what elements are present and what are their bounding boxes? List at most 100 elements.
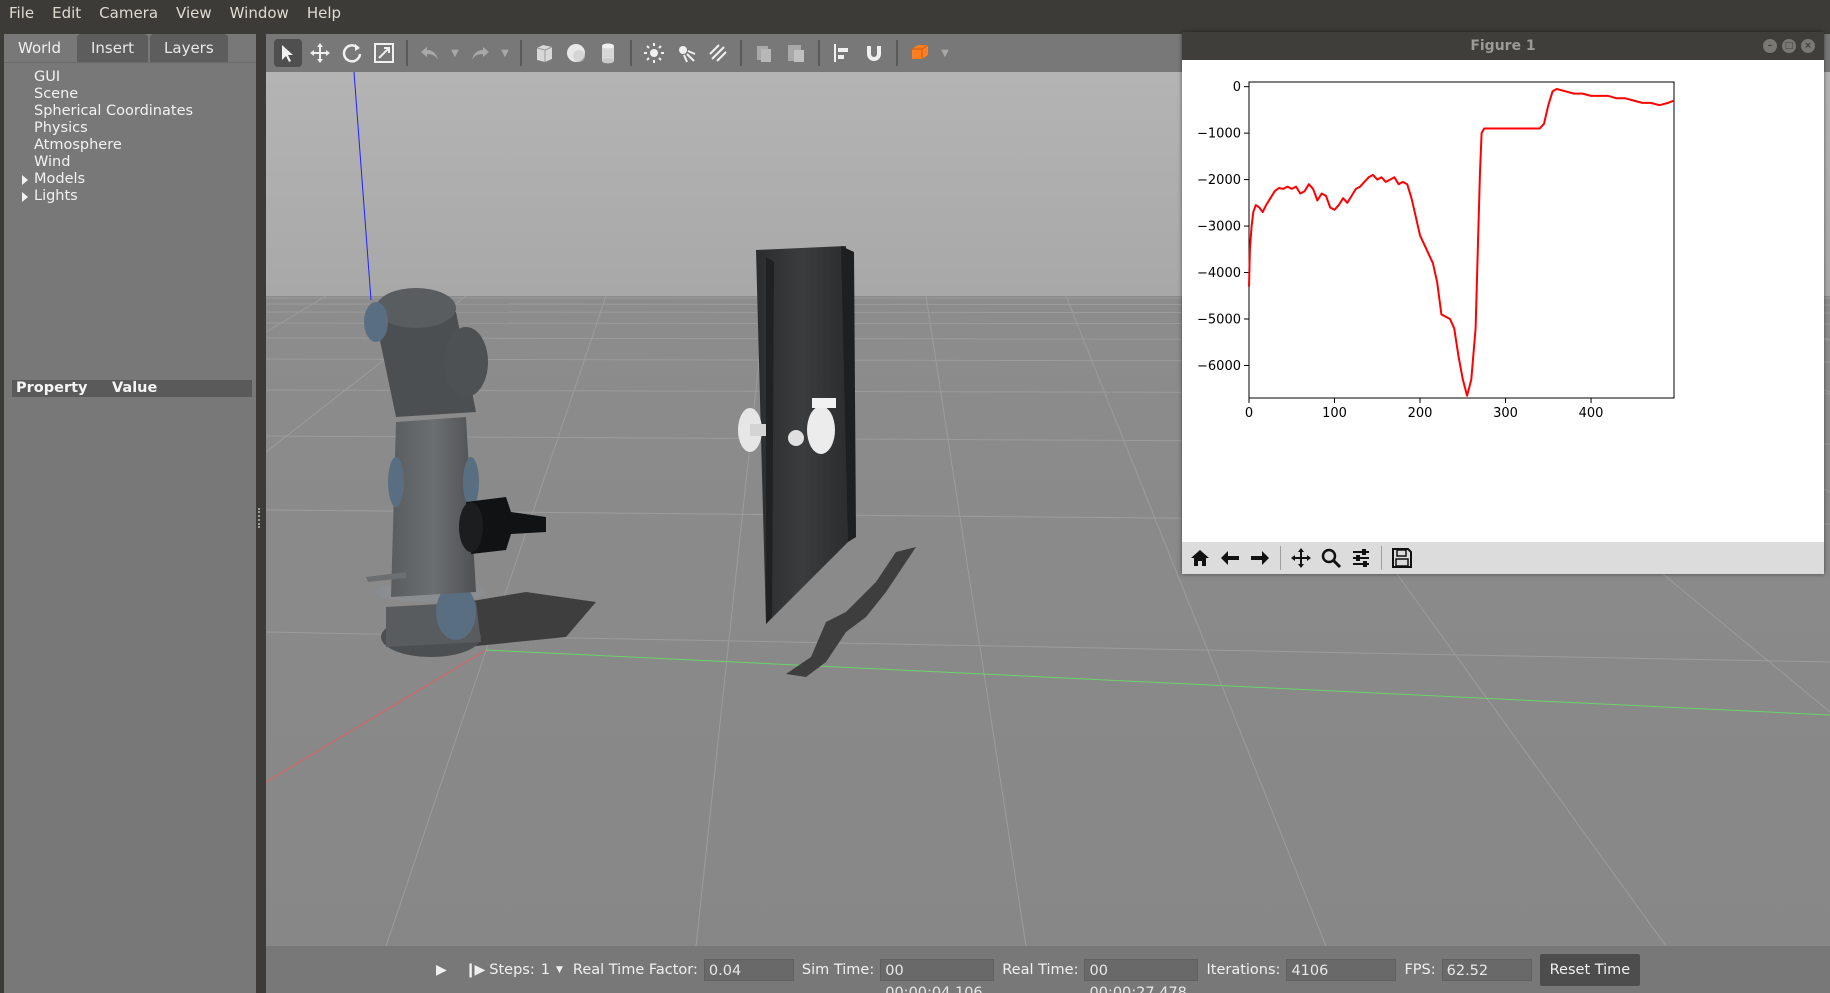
zoom-icon[interactable]	[1317, 544, 1345, 572]
chevron-down-icon[interactable]: ▼	[938, 48, 952, 59]
menu-camera[interactable]: Camera	[90, 0, 167, 26]
real-time-factor-field: 0.04	[703, 958, 794, 981]
y-tick-label: −6000	[1197, 359, 1241, 374]
status-bar: ▶ ❙▶ Steps: 1 ▼ Real Time Factor: 0.04 S…	[266, 946, 1830, 993]
menu-edit[interactable]: Edit	[43, 0, 90, 26]
tree-item-lights[interactable]: Lights	[4, 188, 256, 205]
x-tick-label: 200	[1408, 406, 1433, 421]
tree-item-wind[interactable]: Wind	[4, 154, 256, 171]
snap-icon[interactable]	[860, 39, 888, 67]
plot-canvas[interactable]: 0 100 200 300 400 0 −1000 −2000 −3000 −4000 −5000 −…	[1182, 60, 1824, 542]
toolbar-separator	[896, 40, 898, 66]
tab-insert[interactable]: Insert	[77, 34, 149, 62]
tree-item-label: Models	[34, 171, 86, 187]
figure-window: Figure 1 – □ × 0 100 200 300 400 0 −1000 −2000 −…	[1182, 32, 1824, 574]
door-knob-neck	[750, 424, 766, 436]
tree-item-spherical-coordinates[interactable]: Spherical Coordinates	[4, 103, 256, 120]
iterations-field: 4106	[1286, 958, 1397, 981]
maximize-icon[interactable]: □	[1782, 39, 1796, 53]
toolbar-separator	[740, 40, 742, 66]
door-knob-front	[807, 406, 835, 454]
rotate-icon[interactable]	[338, 39, 366, 67]
tree-item-label: Physics	[34, 120, 88, 136]
y-tick-label: −4000	[1197, 266, 1241, 281]
pan-icon[interactable]	[1287, 544, 1315, 572]
back-icon[interactable]	[1216, 544, 1244, 572]
menu-view[interactable]: View	[167, 0, 221, 26]
real-time-label: Real Time:	[1002, 961, 1079, 978]
tab-layers[interactable]: Layers	[150, 34, 228, 62]
scale-icon[interactable]	[370, 39, 398, 67]
sim-time-label: Sim Time:	[801, 961, 875, 978]
x-tick-label: 300	[1493, 406, 1518, 421]
point-light-icon[interactable]	[640, 39, 668, 67]
redo-icon[interactable]	[466, 39, 494, 67]
box-icon[interactable]	[530, 39, 558, 67]
robot-shoulder-cap	[364, 302, 388, 342]
menu-file[interactable]: File	[0, 0, 43, 26]
menu-help[interactable]: Help	[298, 0, 350, 26]
x-tick-label: 0	[1245, 406, 1253, 421]
save-icon[interactable]	[1388, 544, 1416, 572]
figure-titlebar[interactable]: Figure 1 – □ ×	[1182, 32, 1824, 60]
chevron-down-icon[interactable]: ▼	[498, 48, 512, 59]
left-tabs: World Insert Layers	[4, 34, 228, 62]
tree-item-label: Wind	[34, 154, 71, 170]
copy-icon[interactable]	[750, 39, 778, 67]
menu-window[interactable]: Window	[221, 0, 298, 26]
real-time-field: 00 00:00:27.478	[1084, 958, 1199, 993]
forward-icon[interactable]	[1246, 544, 1274, 572]
steps-value[interactable]: 1	[541, 962, 550, 978]
tab-world[interactable]: World	[4, 34, 75, 62]
step-icon[interactable]: ❙▶	[465, 962, 485, 978]
reset-time-button[interactable]: Reset Time	[1539, 953, 1641, 986]
property-table-header: Property Value	[12, 380, 252, 397]
tree-item-models[interactable]: Models	[4, 171, 256, 188]
y-tick-label: −1000	[1197, 127, 1241, 142]
minimize-icon[interactable]: –	[1763, 39, 1777, 53]
toolbar-separator	[818, 40, 820, 66]
tree-item-gui[interactable]: GUI	[4, 69, 256, 86]
property-column-header: Property	[16, 380, 88, 396]
toolbar-separator	[1280, 546, 1281, 570]
tree-item-scene[interactable]: Scene	[4, 86, 256, 103]
tree-item-label: Atmosphere	[34, 137, 122, 153]
select-arrow-icon[interactable]	[274, 39, 302, 67]
door-latch	[812, 398, 836, 408]
tree-item-physics[interactable]: Physics	[4, 120, 256, 137]
close-icon[interactable]: ×	[1801, 39, 1815, 53]
configure-icon[interactable]	[1347, 544, 1375, 572]
tree-item-atmosphere[interactable]: Atmosphere	[4, 137, 256, 154]
line-chart: 0 100 200 300 400 0 −1000 −2000 −3000 −4000 −5000 −…	[1197, 80, 1675, 421]
x-tick-label: 400	[1579, 406, 1604, 421]
change-view-icon[interactable]	[906, 39, 934, 67]
play-icon[interactable]: ▶	[436, 962, 447, 978]
sphere-icon[interactable]	[562, 39, 590, 67]
toolbar-separator	[520, 40, 522, 66]
figure-toolbar	[1182, 542, 1824, 574]
directional-light-icon[interactable]	[704, 39, 732, 67]
chevron-down-icon[interactable]: ▼	[556, 965, 563, 975]
menu-bar: File Edit Camera View Window Help	[0, 0, 1830, 26]
y-tick-label: −3000	[1197, 220, 1241, 235]
y-tick-label: 0	[1233, 80, 1241, 95]
chevron-down-icon[interactable]: ▼	[448, 48, 462, 59]
robot-lower-arm	[391, 417, 476, 597]
cylinder-icon[interactable]	[594, 39, 622, 67]
door-knob-button	[788, 430, 804, 446]
translate-icon[interactable]	[306, 39, 334, 67]
align-icon[interactable]	[828, 39, 856, 67]
robot-wrist-joint	[444, 327, 488, 397]
expand-arrow-icon[interactable]	[22, 175, 28, 185]
panel-splitter-handle[interactable]	[258, 508, 262, 528]
spot-light-icon[interactable]	[672, 39, 700, 67]
iterations-label: Iterations:	[1206, 961, 1281, 978]
home-icon[interactable]	[1186, 544, 1214, 572]
undo-icon[interactable]	[416, 39, 444, 67]
robot-elbow-cap	[388, 457, 404, 507]
expand-arrow-icon[interactable]	[22, 192, 28, 202]
y-tick-label: −5000	[1197, 313, 1241, 328]
fps-field: 62.52	[1441, 958, 1532, 981]
paste-icon[interactable]	[782, 39, 810, 67]
toolbar-separator	[406, 40, 408, 66]
